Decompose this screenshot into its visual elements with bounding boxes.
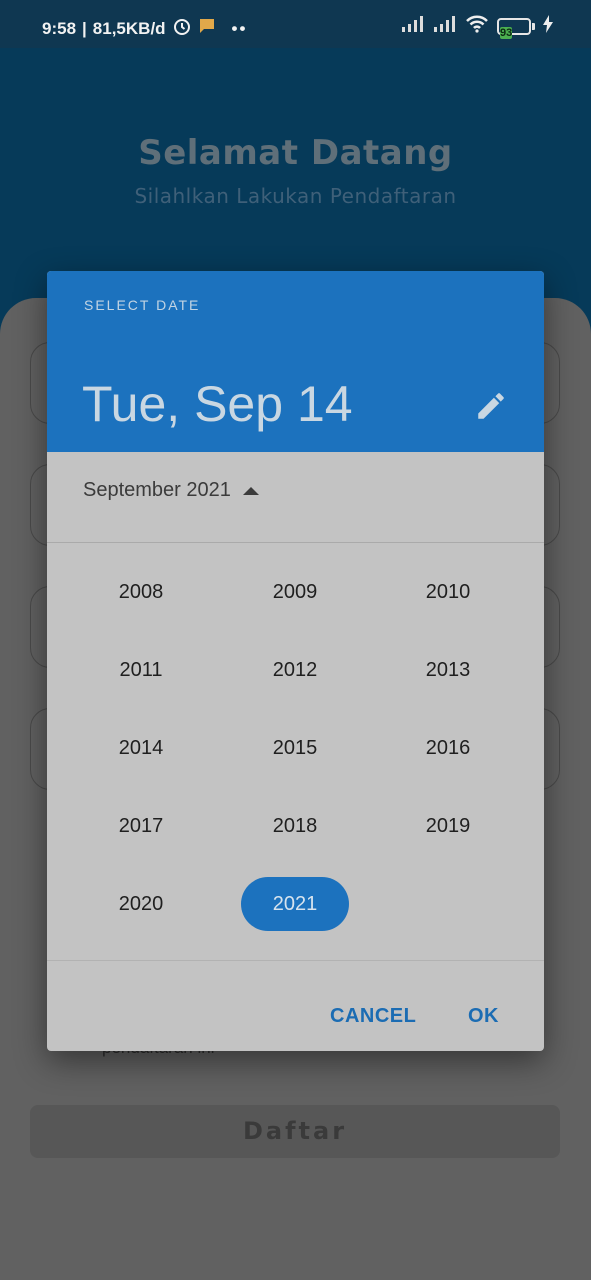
year-item[interactable]: 2016 bbox=[394, 721, 502, 775]
date-picker-dialog: SELECT DATE Tue, Sep 14 September 2021 2… bbox=[47, 271, 544, 1051]
year-item[interactable]: 2014 bbox=[87, 721, 195, 775]
signal-icon bbox=[401, 15, 425, 38]
daftar-button[interactable]: Daftar bbox=[30, 1105, 560, 1158]
status-left: 9:58 | 81,5KB/d •• bbox=[42, 16, 247, 41]
page-subtitle: Silahlkan Lakukan Pendaftaran bbox=[134, 184, 457, 208]
cancel-button[interactable]: CANCEL bbox=[330, 999, 416, 1034]
month-label: September 2021 bbox=[83, 479, 231, 501]
battery-level: 93 bbox=[500, 27, 513, 39]
more-icon: •• bbox=[231, 18, 248, 38]
status-speed: 81,5KB/d bbox=[92, 18, 166, 38]
year-item-selected[interactable]: 2021 bbox=[241, 877, 349, 931]
status-separator: | bbox=[82, 18, 87, 38]
wifi-icon bbox=[465, 14, 489, 39]
status-bar: 9:58 | 81,5KB/d •• 93 bbox=[0, 0, 591, 48]
divider bbox=[47, 960, 544, 961]
year-item[interactable]: 2010 bbox=[394, 565, 502, 619]
status-time: 9:58 bbox=[42, 18, 77, 38]
year-item[interactable]: 2012 bbox=[241, 643, 349, 697]
year-item[interactable]: 2019 bbox=[394, 799, 502, 853]
month-year-selector[interactable]: September 2021 bbox=[83, 479, 259, 502]
year-item[interactable]: 2008 bbox=[87, 565, 195, 619]
battery-icon: 93 bbox=[497, 18, 535, 39]
year-item[interactable]: 2020 bbox=[87, 877, 195, 931]
dialog-header: SELECT DATE Tue, Sep 14 bbox=[47, 271, 544, 452]
year-item[interactable]: 2015 bbox=[241, 721, 349, 775]
year-item[interactable]: 2009 bbox=[241, 565, 349, 619]
year-item[interactable]: 2017 bbox=[87, 799, 195, 853]
chat-icon bbox=[198, 17, 216, 40]
edit-icon[interactable] bbox=[474, 389, 508, 423]
year-item[interactable]: 2013 bbox=[394, 643, 502, 697]
alarm-icon bbox=[172, 16, 192, 41]
page-title: Selamat Datang bbox=[138, 133, 453, 173]
charging-icon bbox=[543, 15, 553, 38]
status-right: 93 bbox=[401, 14, 553, 39]
divider bbox=[47, 542, 544, 543]
ok-button[interactable]: OK bbox=[468, 999, 499, 1034]
dialog-label: SELECT DATE bbox=[84, 297, 201, 313]
caret-up-icon bbox=[242, 486, 259, 495]
selected-date: Tue, Sep 14 bbox=[82, 376, 353, 432]
signal-icon bbox=[433, 15, 457, 38]
year-item[interactable]: 2011 bbox=[87, 643, 195, 697]
year-item[interactable]: 2018 bbox=[241, 799, 349, 853]
